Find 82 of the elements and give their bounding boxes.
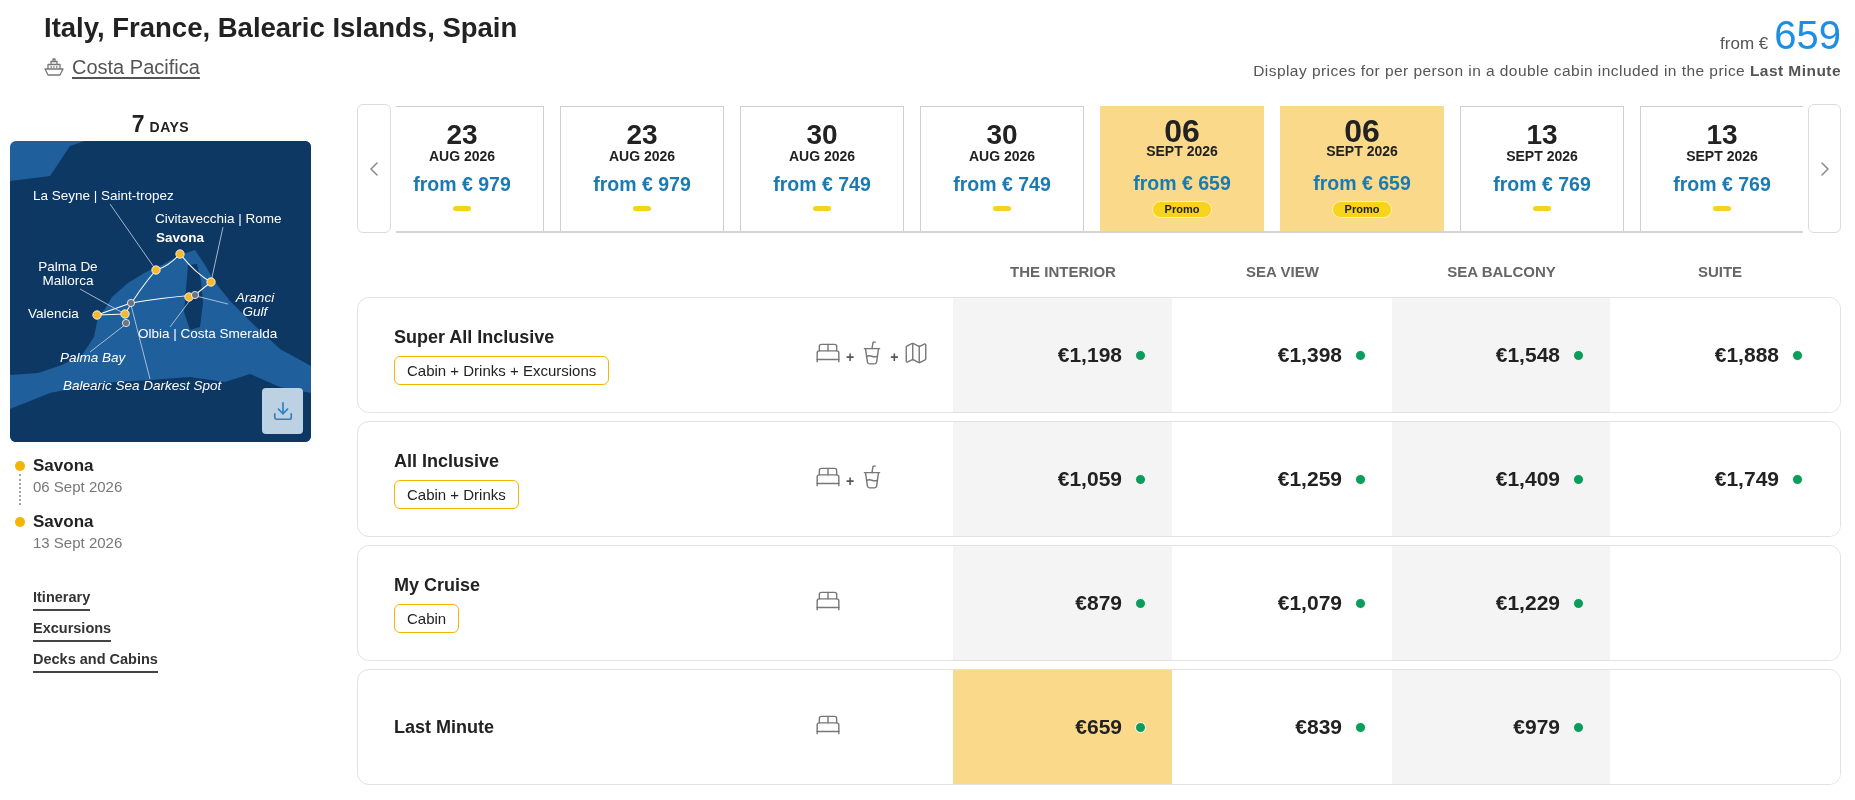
price-prefix: from € xyxy=(1720,34,1769,54)
price-cell[interactable]: €979 xyxy=(1392,670,1610,784)
ship-icon xyxy=(44,58,64,76)
map-label: Balearic Sea Darkest Spot xyxy=(63,379,222,393)
map-label: La Seyne | Saint-tropez xyxy=(33,189,174,203)
plus-sign: + xyxy=(846,473,855,489)
price-cell[interactable]: €879 xyxy=(953,546,1172,660)
port-marker-icon xyxy=(206,277,216,287)
map-label: Aranci Gulf xyxy=(234,291,276,319)
column-header: THE INTERIOR xyxy=(1009,262,1117,282)
leader-line xyxy=(79,288,124,314)
plus-sign: + xyxy=(890,349,899,365)
inclusions-tag: Cabin xyxy=(394,603,460,633)
port-marker-icon xyxy=(92,310,102,320)
trip-title: Italy, France, Balearic Islands, Spain xyxy=(44,12,518,44)
dash-icon xyxy=(1533,206,1551,211)
map-label: Palma Bay xyxy=(60,351,126,365)
date-card[interactable]: 23 AUG 2026 from € 979 xyxy=(560,106,724,231)
stop-date: 06 Sept 2026 xyxy=(33,477,123,497)
map-label: Palma De Mallorca xyxy=(37,260,99,288)
column-header: SEA BALCONY xyxy=(1446,262,1557,282)
plus-sign: + xyxy=(846,349,855,365)
column-header: SEA VIEW xyxy=(1245,262,1320,282)
lowest-price: 659 xyxy=(1774,15,1841,55)
download-icon xyxy=(271,400,294,422)
dash-icon xyxy=(633,206,651,211)
price-cell[interactable]: €1,059 xyxy=(953,422,1172,536)
ship-link[interactable]: Costa Pacifica xyxy=(72,56,200,78)
date-card[interactable]: 06 SEPT 2026 from € 659 Promo xyxy=(1100,106,1264,231)
price-cell[interactable]: €1,229 xyxy=(1392,546,1610,660)
inclusions-tag: Cabin + Drinks xyxy=(394,479,519,509)
price-cell[interactable]: €1,409 xyxy=(1392,422,1610,536)
price-cell[interactable]: €1,198 xyxy=(953,298,1172,412)
port-marker-icon xyxy=(151,265,161,275)
duration-unit: DAYS xyxy=(149,119,190,135)
fare-name: Super All Inclusive xyxy=(394,325,555,348)
chevron-left-icon xyxy=(370,161,378,176)
promo-badge: Promo xyxy=(1151,201,1213,218)
port-marker-icon xyxy=(184,292,194,302)
leader-line xyxy=(89,323,127,353)
date-card[interactable]: 30 AUG 2026 from € 749 xyxy=(920,106,1084,231)
date-card[interactable]: 06 SEPT 2026 from € 659 Promo xyxy=(1280,106,1444,231)
price-cell[interactable]: €1,548 xyxy=(1392,298,1610,412)
stop-dot-icon xyxy=(15,517,25,527)
waypoint-marker-icon xyxy=(191,291,199,299)
previous-button[interactable] xyxy=(357,104,391,233)
fare-name: Last Minute xyxy=(394,716,494,738)
price-cell[interactable]: €659 xyxy=(953,670,1172,784)
dash-icon xyxy=(813,206,831,211)
stop-dot-icon xyxy=(15,461,25,471)
date-card[interactable]: 13 SEPT 2026 from € 769 xyxy=(1460,106,1624,231)
dash-icon xyxy=(453,206,471,211)
port-marker-icon xyxy=(175,249,185,259)
map-label: Valencia xyxy=(28,307,79,321)
promo-badge: Promo xyxy=(1331,201,1393,218)
timeline-line xyxy=(19,474,21,505)
section-link[interactable]: Excursions xyxy=(33,619,112,642)
port-name: Savona xyxy=(33,511,95,533)
port-name: Savona xyxy=(33,455,95,477)
stop-date: 13 Sept 2026 xyxy=(33,533,123,553)
port-marker-icon xyxy=(120,309,130,319)
chevron-right-icon xyxy=(1820,161,1829,176)
section-link[interactable]: Decks and Cabins xyxy=(33,650,158,673)
map-label: Savona xyxy=(156,231,205,245)
section-link[interactable]: Itinerary xyxy=(33,588,91,611)
inclusions-tag: Cabin + Drinks + Excursions xyxy=(394,355,610,385)
fare-name: All Inclusive xyxy=(394,449,500,472)
fare-name: My Cruise xyxy=(394,573,481,596)
waypoint-marker-icon xyxy=(127,299,135,307)
duration-number: 7 xyxy=(131,112,145,136)
column-header: SUITE xyxy=(1696,262,1744,282)
date-card[interactable]: 30 AUG 2026 from € 749 xyxy=(740,106,904,231)
map-label: Olbia | Costa Smeralda xyxy=(138,327,278,341)
date-card[interactable]: 23 AUG 2026 from € 979 xyxy=(396,106,544,231)
map-label: Civitavecchia | Rome xyxy=(155,212,282,226)
dash-icon xyxy=(993,206,1011,211)
waypoint-marker-icon xyxy=(122,319,130,327)
next-button[interactable] xyxy=(1808,104,1841,233)
date-card[interactable]: 13 SEPT 2026 from € 769 xyxy=(1640,106,1803,231)
dash-icon xyxy=(1713,206,1731,211)
price-note: Display prices for per person in a double cabin included in the price Last Minute xyxy=(1253,62,1841,79)
download-button[interactable] xyxy=(262,388,303,434)
